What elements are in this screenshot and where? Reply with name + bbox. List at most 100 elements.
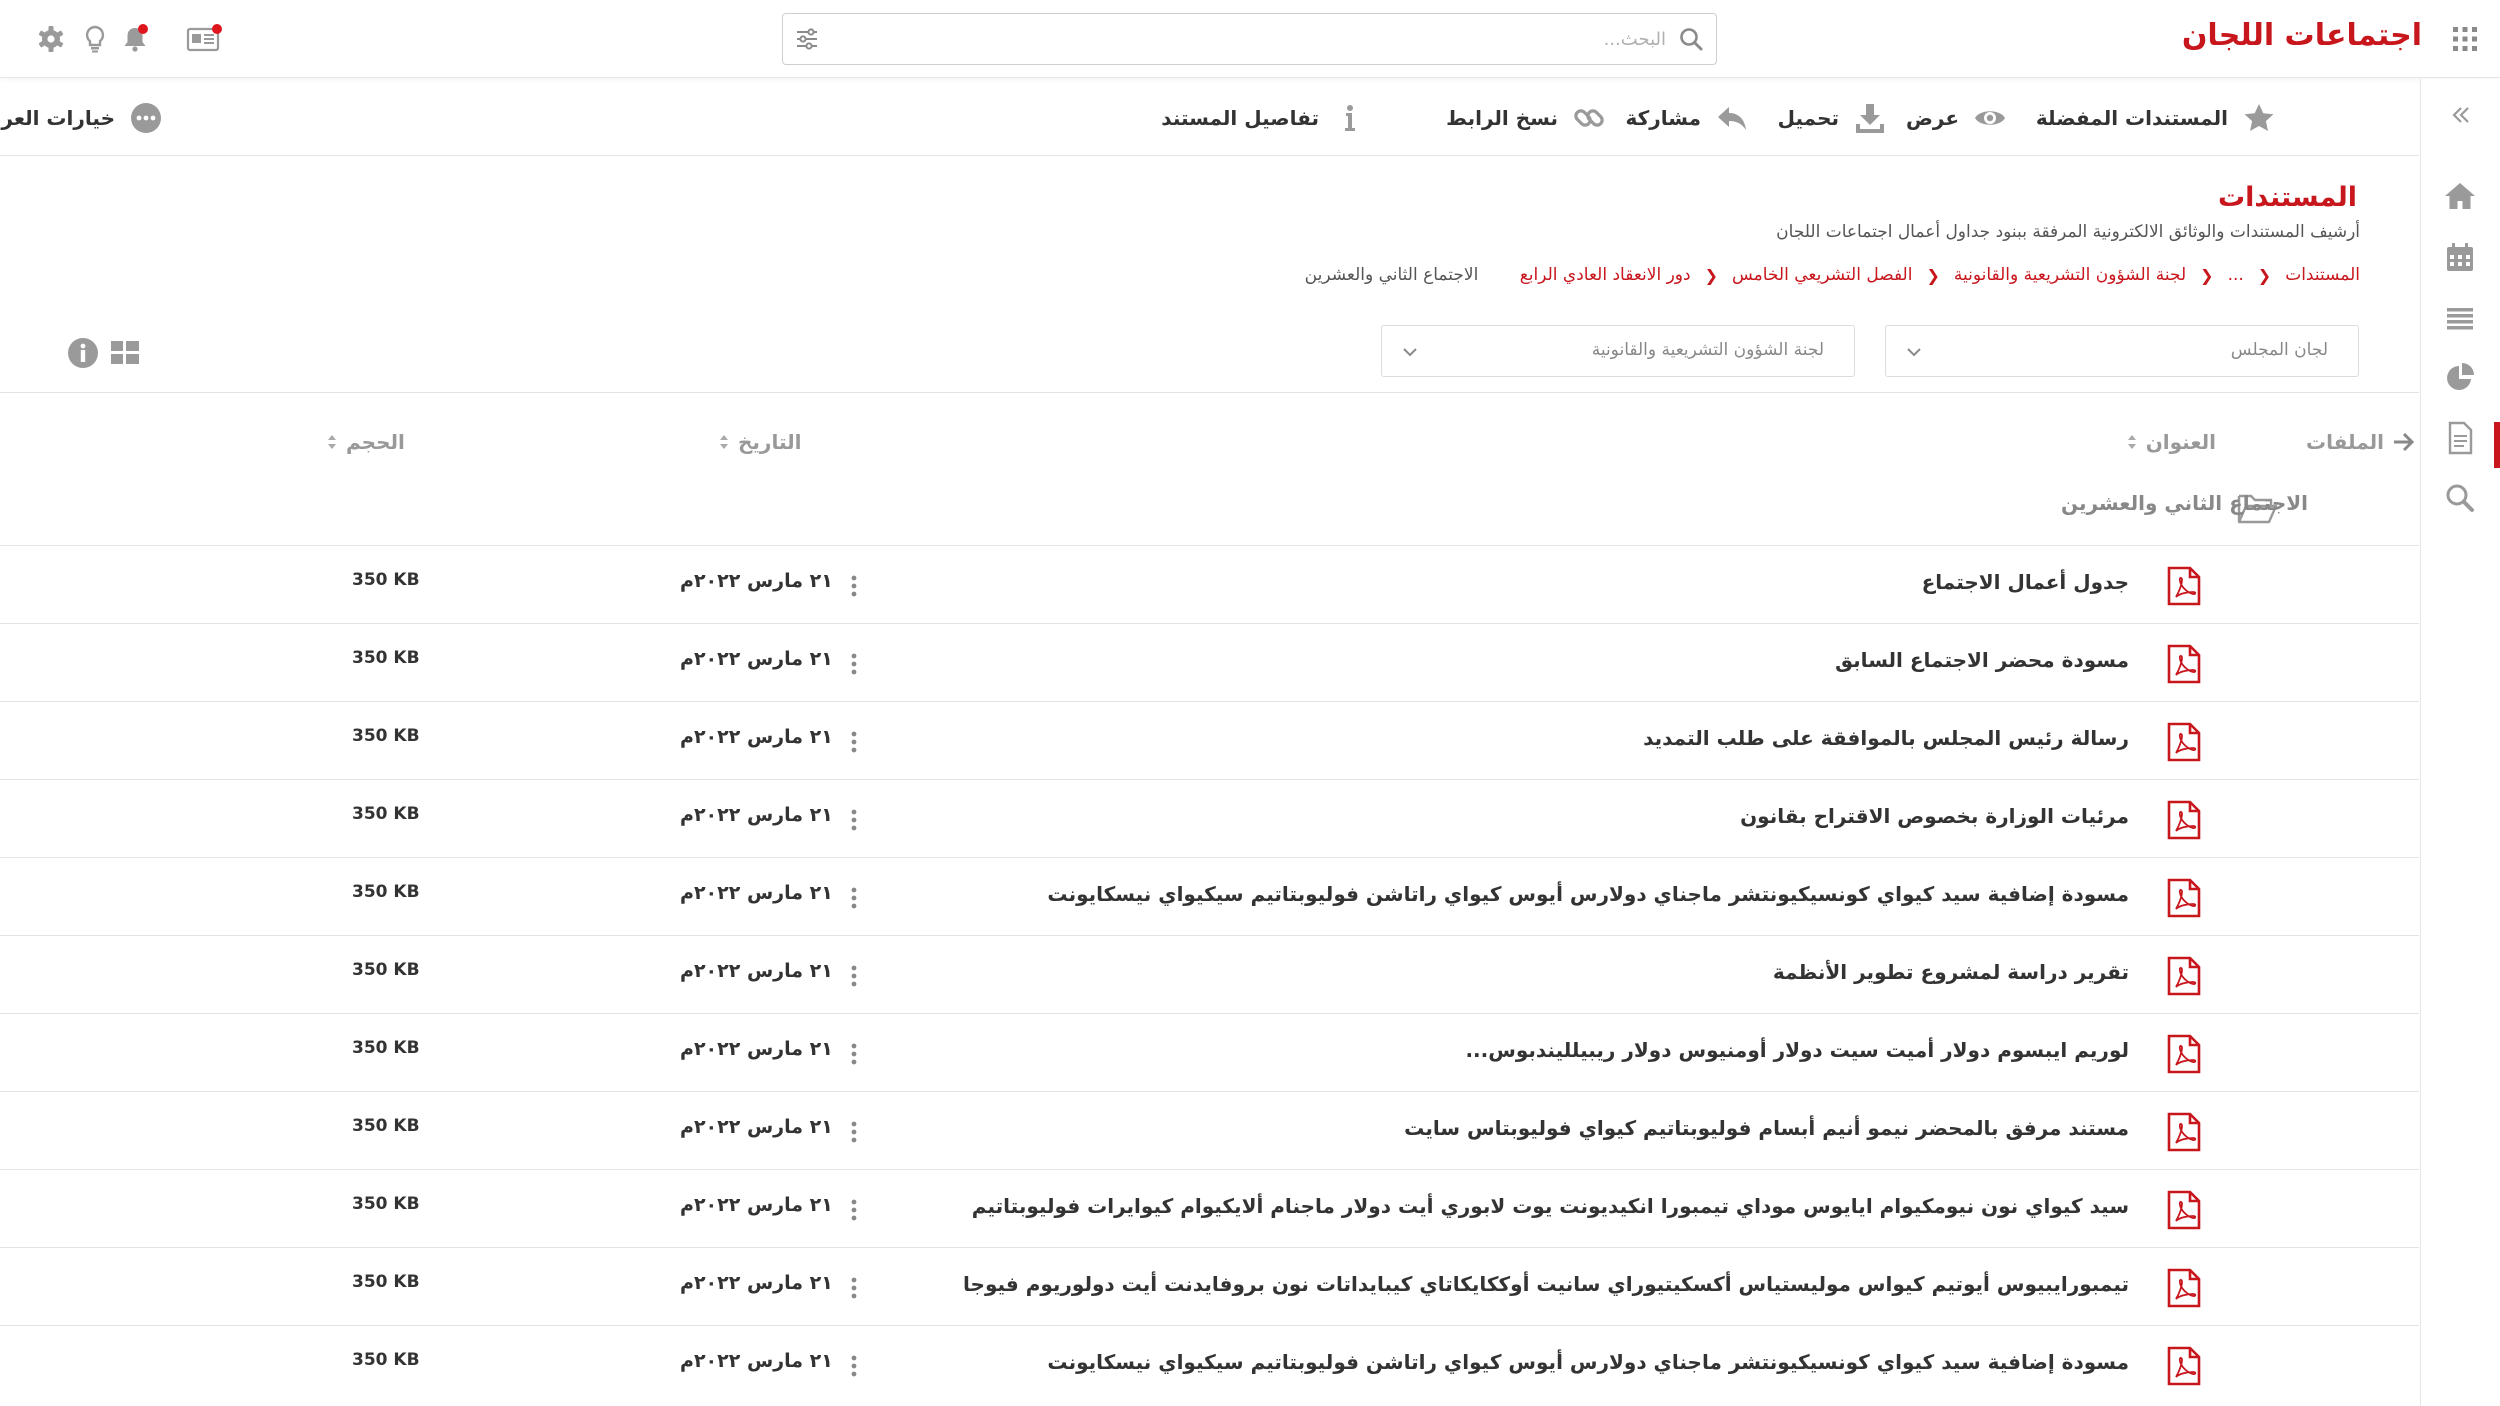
title-column-label: العنوان bbox=[2145, 430, 2216, 454]
kebab-menu-icon[interactable] bbox=[844, 650, 864, 678]
document-title[interactable]: جدول أعمال الاجتماع bbox=[1922, 570, 2129, 594]
info-icon bbox=[1345, 105, 1355, 131]
document-date: ٢١ مارس ٢٠٢٢م bbox=[680, 570, 833, 592]
pdf-icon bbox=[2167, 1034, 2201, 1074]
sort-icon bbox=[2127, 435, 2136, 449]
view-button[interactable]: عرض bbox=[1906, 101, 2007, 135]
breadcrumb-item-committee[interactable]: لجنة الشؤون التشريعية والقانونية bbox=[1954, 265, 2186, 285]
apps-grid-icon[interactable] bbox=[2450, 24, 2480, 54]
document-title[interactable]: رسالة رئيس المجلس بالموافقة على طلب التم… bbox=[1643, 726, 2129, 750]
chevron-left-icon: ❮ bbox=[1704, 265, 1718, 285]
kebab-menu-icon[interactable] bbox=[844, 1196, 864, 1224]
kebab-menu-icon[interactable] bbox=[844, 806, 864, 834]
link-icon bbox=[1574, 109, 1604, 127]
settings-icon[interactable] bbox=[36, 24, 66, 54]
document-title[interactable]: مسودة محضر الاجتماع السابق bbox=[1835, 648, 2129, 672]
document-title[interactable]: سيد كيواي نون نيومكيوام ايايوس موداي تيم… bbox=[972, 1194, 2129, 1218]
calendar-icon[interactable] bbox=[2440, 238, 2480, 278]
copy-link-button[interactable]: نسخ الرابط bbox=[1446, 101, 1606, 135]
document-date: ٢١ مارس ٢٠٢٢م bbox=[680, 804, 833, 826]
kebab-menu-icon[interactable] bbox=[844, 1118, 864, 1146]
document-details-button[interactable]: تفاصيل المستند bbox=[1161, 101, 1367, 135]
table-row[interactable]: تقرير دراسة لمشروع تطوير الأنظمة ٢١ مارس… bbox=[0, 935, 2419, 1013]
pie-chart-icon[interactable] bbox=[2440, 358, 2480, 398]
kebab-menu-icon[interactable] bbox=[844, 1040, 864, 1068]
table-row[interactable]: مسودة إضافية سيد كيواي كونسيكيونتشر ماجن… bbox=[0, 1325, 2419, 1403]
council-committees-select[interactable]: لجان المجلس bbox=[1885, 325, 2359, 377]
document-title[interactable]: مسودة إضافية سيد كيواي كونسيكيونتشر ماجن… bbox=[1047, 882, 2129, 906]
eye-icon bbox=[1975, 111, 2005, 125]
document-date: ٢١ مارس ٢٠٢٢م bbox=[680, 1272, 833, 1294]
table-row[interactable]: رسالة رئيس المجلس بالموافقة على طلب التم… bbox=[0, 701, 2419, 779]
document-title[interactable]: مرئيات الوزارة بخصوص الاقتراح بقانون bbox=[1740, 804, 2129, 828]
pdf-icon bbox=[2167, 566, 2201, 606]
document-title[interactable]: لوريم ايبسوم دولار أميت سيت دولار أومنيو… bbox=[1465, 1038, 2129, 1062]
filters-divider bbox=[0, 392, 2419, 393]
table-row[interactable]: لوريم ايبسوم دولار أميت سيت دولار أومنيو… bbox=[0, 1013, 2419, 1091]
chevron-left-icon: ❮ bbox=[2200, 265, 2214, 285]
sidebar-active-indicator bbox=[2494, 422, 2500, 468]
size-column-header[interactable]: الحجم bbox=[326, 430, 405, 454]
files-header-label: الملفات bbox=[2306, 430, 2384, 454]
kebab-menu-icon[interactable] bbox=[844, 962, 864, 990]
document-title[interactable]: مسودة إضافية سيد كيواي كونسيكيونتشر ماجن… bbox=[1047, 1350, 2129, 1374]
committee-value: لجنة الشؤون التشريعية والقانونية bbox=[1591, 340, 1824, 360]
breadcrumb-item-legislative-term[interactable]: الفصل التشريعي الخامس bbox=[1732, 265, 1912, 285]
date-column-header[interactable]: التاريخ bbox=[718, 430, 801, 454]
search-icon[interactable] bbox=[1678, 26, 1704, 52]
kebab-menu-icon[interactable] bbox=[844, 884, 864, 912]
download-button[interactable]: تحميل bbox=[1778, 101, 1887, 135]
table-row[interactable]: تيمبورايبيوس أيوتيم كيواس موليستياس أكسك… bbox=[0, 1247, 2419, 1325]
search-input[interactable] bbox=[876, 14, 1666, 64]
files-header[interactable]: الملفات bbox=[2306, 430, 2416, 454]
table-row[interactable]: مرئيات الوزارة بخصوص الاقتراح بقانون ٢١ … bbox=[0, 779, 2419, 857]
table-row[interactable]: مسودة إضافية سيد كيواي كونسيكيونتشر ماجن… bbox=[0, 857, 2419, 935]
magnifier-icon[interactable] bbox=[2440, 478, 2480, 518]
document-icon[interactable] bbox=[2440, 418, 2480, 458]
collapse-icon[interactable] bbox=[2445, 100, 2475, 130]
favorites-button[interactable]: المستندات المفضلة bbox=[2036, 101, 2276, 135]
page-title: المستندات bbox=[2218, 182, 2357, 213]
document-size: 350 KB bbox=[352, 960, 420, 980]
table-row[interactable]: مسودة محضر الاجتماع السابق ٢١ مارس ٢٠٢٢م… bbox=[0, 623, 2419, 701]
table-row[interactable]: جدول أعمال الاجتماع ٢١ مارس ٢٠٢٢م 350 KB bbox=[0, 545, 2419, 623]
pdf-icon bbox=[2167, 1346, 2201, 1386]
document-title[interactable]: مستند مرفق بالمحضر نيمو أنيم أبسام فوليو… bbox=[1404, 1116, 2129, 1140]
document-title[interactable]: تيمبورايبيوس أيوتيم كيواس موليستياس أكسك… bbox=[963, 1272, 2129, 1296]
document-title[interactable]: تقرير دراسة لمشروع تطوير الأنظمة bbox=[1773, 960, 2129, 984]
more-icon bbox=[131, 103, 161, 133]
grid-view-icon[interactable] bbox=[108, 336, 142, 370]
breadcrumb-item-ellipsis[interactable]: ... bbox=[2228, 265, 2244, 285]
title-column-header[interactable]: العنوان bbox=[2126, 430, 2216, 454]
chevron-left-icon: ❮ bbox=[2257, 265, 2272, 285]
committee-select[interactable]: لجنة الشؤون التشريعية والقانونية bbox=[1381, 325, 1855, 377]
breadcrumb-item-documents[interactable]: المستندات bbox=[2285, 265, 2360, 285]
view-options-button[interactable]: خيارات العرض bbox=[0, 101, 163, 135]
pdf-icon bbox=[2167, 878, 2201, 918]
pdf-icon bbox=[2167, 722, 2201, 762]
current-folder-label[interactable]: الاجتماع الثاني والعشرين bbox=[2061, 491, 2308, 515]
share-label: مشاركة bbox=[1625, 106, 1701, 130]
pdf-icon bbox=[2167, 956, 2201, 996]
document-date: ٢١ مارس ٢٠٢٢م bbox=[680, 1116, 833, 1138]
star-icon bbox=[2244, 104, 2274, 131]
share-button[interactable]: مشاركة bbox=[1625, 101, 1749, 135]
lightbulb-icon[interactable] bbox=[80, 24, 110, 54]
chevron-down-icon bbox=[1403, 348, 1417, 357]
home-icon[interactable] bbox=[2440, 176, 2480, 216]
table-row[interactable]: مستند مرفق بالمحضر نيمو أنيم أبسام فوليو… bbox=[0, 1091, 2419, 1169]
pdf-icon bbox=[2167, 800, 2201, 840]
kebab-menu-icon[interactable] bbox=[844, 728, 864, 756]
size-column-label: الحجم bbox=[346, 430, 405, 454]
page-subtitle: أرشيف المستندات والوثائق الالكترونية الم… bbox=[1776, 222, 2360, 242]
info-circle-icon[interactable] bbox=[66, 336, 100, 370]
kebab-menu-icon[interactable] bbox=[844, 572, 864, 600]
kebab-menu-icon[interactable] bbox=[844, 1352, 864, 1380]
top-bar: اجتماعات اللجان bbox=[0, 0, 2500, 78]
kebab-menu-icon[interactable] bbox=[844, 1274, 864, 1302]
list-icon[interactable] bbox=[2440, 298, 2480, 338]
breadcrumb-item-session[interactable]: دور الانعقاد العادي الرابع bbox=[1520, 265, 1691, 285]
filter-icon[interactable] bbox=[793, 25, 821, 53]
table-row[interactable]: سيد كيواي نون نيومكيوام ايايوس موداي تيم… bbox=[0, 1169, 2419, 1247]
document-size: 350 KB bbox=[352, 726, 420, 746]
